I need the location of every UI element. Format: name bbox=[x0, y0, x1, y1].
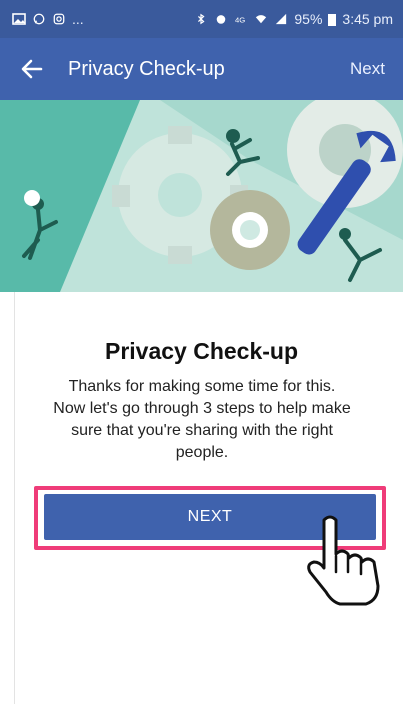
battery-icon bbox=[328, 13, 337, 26]
svg-text:4G: 4G bbox=[235, 15, 245, 24]
battery-percent: 95% bbox=[294, 11, 323, 27]
bluetooth-icon bbox=[198, 13, 205, 25]
whatsapp-icon bbox=[33, 13, 45, 25]
status-ellipsis: ... bbox=[72, 11, 84, 27]
status-right: 4G 95% 3:45 pm bbox=[194, 11, 393, 27]
wifi-icon bbox=[256, 15, 267, 24]
status-time: 3:45 pm bbox=[342, 11, 393, 27]
status-left: ... bbox=[12, 11, 84, 27]
page-title: Privacy Check-up bbox=[68, 57, 225, 80]
status-bar: ... 4G 95% 3:45 pm bbox=[0, 0, 403, 38]
signal-icon bbox=[276, 13, 287, 25]
alarm-icon bbox=[217, 15, 226, 24]
arrow-left-icon bbox=[21, 59, 43, 79]
privacy-hero-illustration bbox=[0, 100, 403, 292]
next-link[interactable]: Next bbox=[350, 59, 385, 79]
hand-pointer-icon bbox=[307, 515, 380, 606]
content-description: Thanks for making some time for this. No… bbox=[53, 378, 351, 461]
instagram-icon bbox=[53, 13, 65, 25]
gears-illustration bbox=[0, 100, 403, 292]
content-title: Privacy Check-up bbox=[104, 338, 299, 364]
back-button[interactable] bbox=[18, 55, 46, 83]
data-icon: 4G bbox=[235, 15, 245, 24]
gallery-icon bbox=[12, 13, 26, 25]
app-bar: Privacy Check-up Next bbox=[0, 38, 403, 100]
